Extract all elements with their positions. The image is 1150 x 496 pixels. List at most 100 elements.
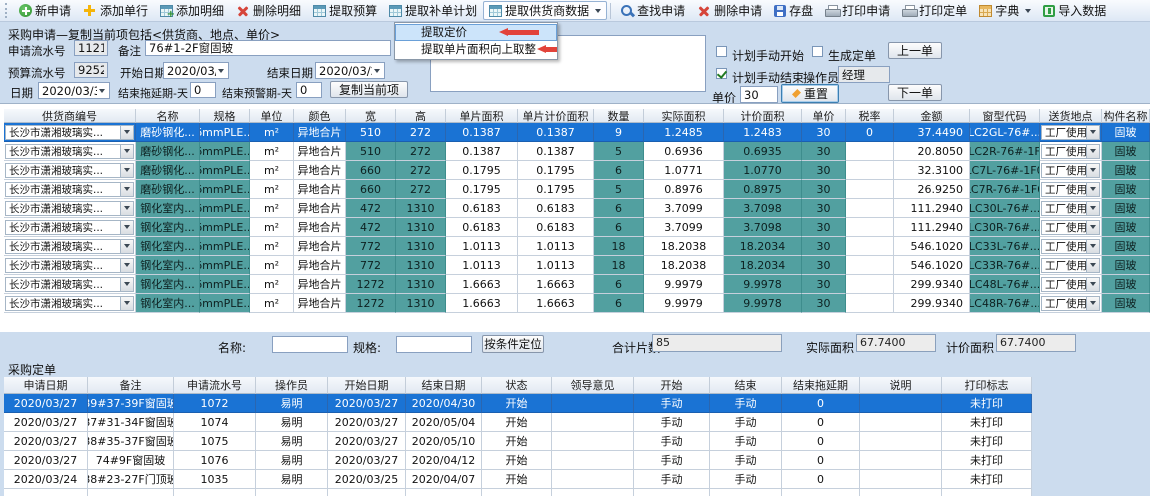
table-cell[interactable]: 9.9979 xyxy=(644,294,724,313)
column-header[interactable]: 送货地点 xyxy=(1040,109,1102,123)
table-cell[interactable]: 钢化室内... xyxy=(136,256,200,275)
column-header[interactable]: 数量 xyxy=(594,109,644,123)
table-cell[interactable]: 546.1020 xyxy=(894,256,970,275)
toolbar-button-print-order[interactable]: 打印定单 xyxy=(896,1,973,20)
column-header[interactable]: 领导意见 xyxy=(552,377,634,394)
table-cell[interactable] xyxy=(4,489,88,496)
combobox-dropdown-button[interactable] xyxy=(120,278,133,291)
table-cell[interactable]: 1074 xyxy=(174,413,256,432)
column-header[interactable]: 申请日期 xyxy=(4,377,88,394)
table-cell[interactable]: 异地合片 xyxy=(294,275,346,294)
table-cell[interactable]: 6mmPLE... xyxy=(200,199,250,218)
table-cell[interactable]: 1072 xyxy=(174,394,256,413)
unit-price-input[interactable] xyxy=(740,86,778,103)
filter-spec-input[interactable] xyxy=(396,336,472,353)
start-date-combo[interactable]: 2020/03/21 xyxy=(163,62,229,79)
table-cell[interactable]: 0 xyxy=(782,432,860,451)
table-cell[interactable]: 0.1795 xyxy=(518,161,594,180)
table-cell[interactable]: 272 xyxy=(396,142,446,161)
cell-combobox[interactable]: 长沙市潇湘玻璃实... xyxy=(5,220,134,235)
table-cell[interactable]: 9 xyxy=(594,123,644,142)
table-cell[interactable]: 30 xyxy=(802,180,846,199)
table-cell[interactable]: 钢化室内... xyxy=(136,237,200,256)
table-cell[interactable]: LC2R-76#-1F xyxy=(970,142,1040,161)
table-cell[interactable] xyxy=(846,294,894,313)
table-cell[interactable]: m² xyxy=(250,237,294,256)
column-header[interactable]: 单片计价面积 xyxy=(518,109,594,123)
table-cell[interactable]: 6 xyxy=(594,294,644,313)
table-cell[interactable]: 易明 xyxy=(256,394,328,413)
column-header[interactable]: 高 xyxy=(396,109,446,123)
table-cell[interactable]: 异地合片 xyxy=(294,218,346,237)
table-cell[interactable]: m² xyxy=(250,294,294,313)
reset-button[interactable]: 重置 xyxy=(781,84,839,103)
table-cell[interactable] xyxy=(552,451,634,470)
column-header[interactable]: 规格 xyxy=(200,109,250,123)
table-cell[interactable]: 30 xyxy=(802,199,846,218)
table-row[interactable]: 长沙市潇湘玻璃实...磨砂钢化...6mmPLE...m²异地合片6602720… xyxy=(4,161,1150,180)
table-cell[interactable] xyxy=(860,451,942,470)
table-cell[interactable]: 未打印 xyxy=(942,432,1032,451)
table-cell[interactable]: 6 xyxy=(594,199,644,218)
toolbar-button-import-data[interactable]: 导入数据 xyxy=(1037,1,1112,20)
table-cell[interactable]: 未打印 xyxy=(942,413,1032,432)
table-row[interactable]: 长沙市潇湘玻璃实...钢化室内...6mmPLE...m²异地合片4721310… xyxy=(4,199,1150,218)
combobox-dropdown-button[interactable] xyxy=(120,240,133,253)
table-cell[interactable] xyxy=(846,161,894,180)
table-cell[interactable] xyxy=(860,470,942,489)
table-cell[interactable]: 0.1795 xyxy=(518,180,594,199)
table-row[interactable]: 长沙市潇湘玻璃实...钢化室内...6mmPLE...m²异地合片1272131… xyxy=(4,275,1150,294)
table-cell[interactable]: 手动 xyxy=(634,413,710,432)
cell-combobox[interactable]: 工厂使用 xyxy=(1041,296,1100,311)
table-cell[interactable]: 88#23-27F门顶玻 xyxy=(88,470,174,489)
table-cell[interactable]: 2020/03/27 xyxy=(4,432,88,451)
table-cell[interactable] xyxy=(552,394,634,413)
toolbar-button-find-request[interactable]: 查找申请 xyxy=(614,1,691,20)
chevron-down-icon[interactable] xyxy=(374,69,380,73)
table-cell[interactable]: 32.3100 xyxy=(894,161,970,180)
table-cell[interactable]: 6mmPLE... xyxy=(200,237,250,256)
table-cell[interactable]: 2020/03/27 xyxy=(4,451,88,470)
table-cell[interactable]: 272 xyxy=(396,180,446,199)
cell-combobox[interactable]: 长沙市潇湘玻璃实... xyxy=(5,201,134,216)
table-row[interactable]: 长沙市潇湘玻璃实...磨砂钢化...6mmPLE...m²异地合片5102720… xyxy=(4,142,1150,161)
table-cell[interactable] xyxy=(552,470,634,489)
toolbar-button-extract-supplement-plan[interactable]: 提取补单计划 xyxy=(383,1,483,20)
table-cell[interactable]: 272 xyxy=(396,123,446,142)
table-cell[interactable]: 开始 xyxy=(482,470,552,489)
table-cell[interactable]: 钢化室内... xyxy=(136,275,200,294)
table-row[interactable]: 长沙市潇湘玻璃实...磨砂钢化...6mmPLE...m²异地合片6602720… xyxy=(4,180,1150,199)
cell-combobox[interactable]: 工厂使用 xyxy=(1041,220,1100,235)
table-cell[interactable]: 3.7099 xyxy=(644,199,724,218)
table-cell[interactable]: 1272 xyxy=(346,294,396,313)
table-cell[interactable]: 易明 xyxy=(256,470,328,489)
budget-serial-input[interactable] xyxy=(74,62,108,78)
table-cell[interactable] xyxy=(846,180,894,199)
table-cell[interactable] xyxy=(846,275,894,294)
table-cell[interactable]: 0.1795 xyxy=(446,161,518,180)
column-header[interactable]: 单位 xyxy=(250,109,294,123)
column-header[interactable]: 税率 xyxy=(846,109,894,123)
table-row[interactable] xyxy=(4,489,1032,496)
table-cell[interactable]: 钢化室内... xyxy=(136,218,200,237)
toolbar-button-add-detail[interactable]: 添加明细 xyxy=(154,1,230,20)
table-cell[interactable]: 长沙市潇湘玻璃实... xyxy=(4,123,136,142)
table-cell[interactable]: 472 xyxy=(346,218,396,237)
table-cell[interactable]: 异地合片 xyxy=(294,142,346,161)
table-cell[interactable]: 手动 xyxy=(634,470,710,489)
table-cell[interactable]: 111.2940 xyxy=(894,199,970,218)
table-cell[interactable]: 1075 xyxy=(174,432,256,451)
combobox-dropdown-button[interactable] xyxy=(120,297,133,310)
cell-combobox[interactable]: 长沙市潇湘玻璃实... xyxy=(5,239,134,254)
table-cell[interactable] xyxy=(860,394,942,413)
table-cell[interactable]: 1310 xyxy=(396,275,446,294)
table-cell[interactable]: 长沙市潇湘玻璃实... xyxy=(4,142,136,161)
table-row[interactable]: 2020/03/2488#23-27F门顶玻1035易明2020/03/2520… xyxy=(4,470,1032,489)
table-cell[interactable]: 0.1387 xyxy=(446,123,518,142)
table-cell[interactable]: 6mmPLE... xyxy=(200,275,250,294)
generate-order-checkbox[interactable] xyxy=(812,46,823,57)
table-cell[interactable]: 长沙市潇湘玻璃实... xyxy=(4,256,136,275)
table-cell[interactable]: 87#31-34F窗固玻 xyxy=(88,413,174,432)
table-row[interactable]: 长沙市潇湘玻璃实...钢化室内...6mmPLE...m²异地合片1272131… xyxy=(4,294,1150,313)
table-cell[interactable]: 30 xyxy=(802,237,846,256)
